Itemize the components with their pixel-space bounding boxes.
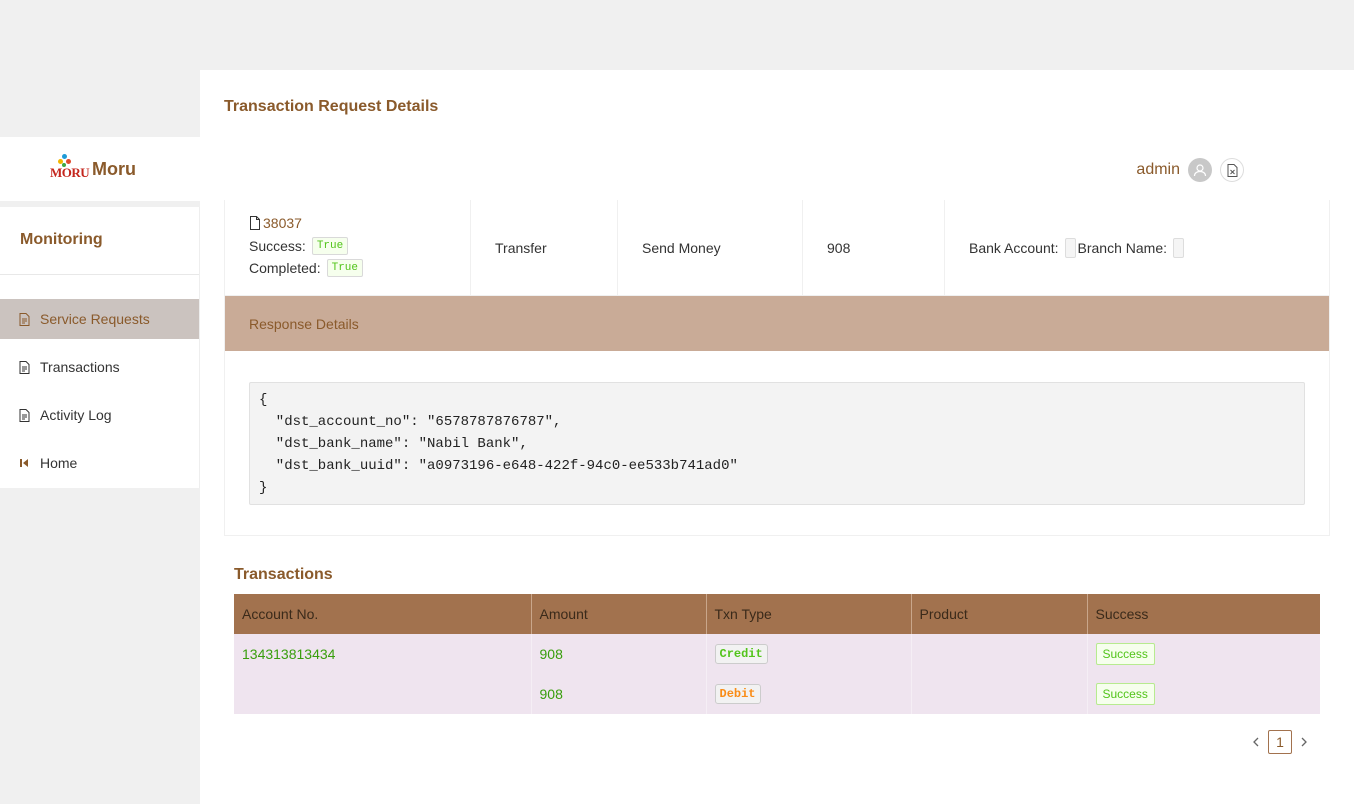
request-id-cell: 38037 Success: True Completed: True [225,200,471,295]
response-json: { "dst_account_no": "6578787876787", "ds… [259,392,738,496]
sidebar-nav: Service Requests Transactions Activity L… [0,275,199,483]
file-text-icon [18,312,30,326]
request-type-cell: Transfer [471,200,618,295]
table-header-row: Account No. Amount Txn Type Product Succ… [234,594,1320,634]
branch-name-label: Branch Name: [1077,239,1167,256]
column-header-product[interactable]: Product [911,594,1088,634]
export-icon[interactable] [1220,158,1244,182]
user-avatar-icon[interactable] [1188,158,1212,182]
brand-name[interactable]: Moru [92,159,136,180]
response-details-header[interactable]: Response Details [225,296,1329,351]
transactions-table: Account No. Amount Txn Type Product Succ… [234,594,1320,714]
account-no-cell: 134313813434 [234,634,532,674]
chevron-left-icon[interactable] [1244,730,1268,754]
username[interactable]: admin [1136,161,1180,179]
transactions-title: Transactions [234,566,333,583]
request-type: Transfer [495,239,547,256]
column-header-account[interactable]: Account No. [234,594,532,634]
success-value-tag: True [311,236,349,255]
txn-type-cell: Debit [706,674,912,714]
amount-cell: 908 [531,634,707,674]
txn-type-badge: Credit [714,644,768,664]
sidebar-item-transactions[interactable]: Transactions [0,347,199,387]
step-backward-icon [18,456,30,470]
chevron-right-icon[interactable] [1292,730,1316,754]
success-label: Success: [249,237,306,254]
sidebar-heading: Monitoring [0,207,199,275]
sidebar-item-label: Service Requests [40,311,150,327]
sidebar-item-label: Activity Log [40,407,112,423]
column-header-success[interactable]: Success [1087,594,1320,634]
status-badge: Success [1095,643,1155,665]
request-amount: 908 [827,239,851,256]
request-detail-card: 38037 Success: True Completed: True Tran… [224,200,1330,536]
account-no-cell [234,674,532,714]
txn-type-badge: Debit [714,684,761,704]
file-text-icon [18,408,30,422]
table-row[interactable]: 134313813434 908 Credit Success [234,634,1320,674]
request-id-link[interactable]: 38037 [249,215,446,231]
logo-wordmark: MORU [50,165,90,180]
sidebar-item-home[interactable]: Home [0,443,199,483]
main-content: Transaction Request Details admin 38037 … [200,70,1354,804]
amount-cell: 908 [803,200,945,295]
page-title: Transaction Request Details [224,98,439,115]
success-cell: Success [1087,674,1320,714]
status-badge: Success [1095,683,1155,705]
page-number-current[interactable]: 1 [1268,730,1292,754]
product-cell [911,634,1088,674]
user-menu: admin [1136,158,1244,182]
service-cell: Send Money [618,200,803,295]
txn-type-cell: Credit [706,634,912,674]
pagination: 1 [1244,730,1316,754]
request-summary-row: 38037 Success: True Completed: True Tran… [225,200,1329,296]
moru-logo: MORU [48,154,90,184]
sidebar-item-activity-log[interactable]: Activity Log [0,395,199,435]
column-header-txn-type[interactable]: Txn Type [706,594,912,634]
completed-label: Completed: [249,259,321,276]
sidebar: Monitoring Service Requests Transactions… [0,207,200,488]
file-icon [249,215,261,230]
product-cell [911,674,1088,714]
bank-account-label: Bank Account: [969,239,1059,256]
completed-flag: Completed: True [249,258,446,277]
completed-value-tag: True [326,258,363,277]
bank-info-cell: Bank Account: Branch Name: [945,200,1329,295]
request-id: 38037 [263,214,302,231]
table-row[interactable]: 908 Debit Success [234,674,1320,714]
service-name: Send Money [642,239,721,256]
logo-bar: MORU Moru [0,137,200,201]
branch-name-value-tag [1173,237,1184,258]
sidebar-item-label: Home [40,455,78,471]
response-json-block: { "dst_account_no": "6578787876787", "ds… [249,382,1305,505]
column-header-amount[interactable]: Amount [531,594,707,634]
amount-cell: 908 [531,674,707,714]
success-cell: Success [1087,634,1320,674]
success-flag: Success: True [249,236,446,255]
file-text-icon [18,360,30,374]
sidebar-item-label: Transactions [40,359,120,375]
sidebar-item-service-requests[interactable]: Service Requests [0,299,199,339]
bank-account-value-tag [1064,237,1076,258]
